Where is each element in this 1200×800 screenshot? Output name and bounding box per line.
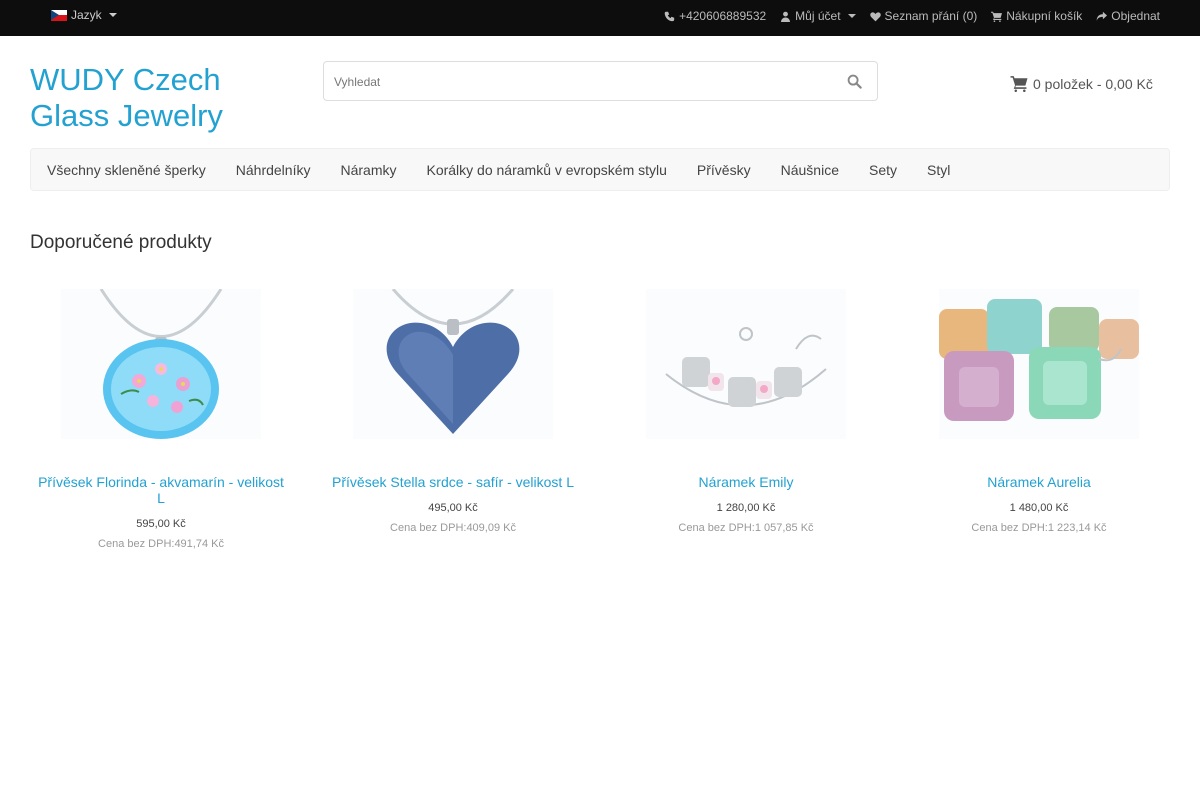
search-input[interactable] bbox=[334, 72, 814, 92]
nav-item-european-beads[interactable]: Korálky do náramků v evropském stylu bbox=[411, 162, 681, 178]
product-price: 1 480,00 Kč bbox=[1009, 502, 1069, 514]
caret-down-icon bbox=[108, 13, 117, 17]
product-name[interactable]: Náramek Emily bbox=[611, 474, 881, 490]
site-logo[interactable]: WUDY Czech Glass Jewelry bbox=[30, 62, 270, 134]
cart-link-label: Nákupní košík bbox=[1006, 9, 1083, 23]
wishlist-link[interactable]: Seznam přání (0) bbox=[869, 9, 978, 23]
account-label: Můj účet bbox=[795, 9, 841, 23]
search-icon bbox=[847, 74, 862, 89]
cart-link[interactable]: Nákupní košík bbox=[991, 9, 1082, 23]
product-card: Náramek Aurelia 1 480,00 Kč Cena bez DPH… bbox=[904, 289, 1174, 534]
czech-flag-icon bbox=[51, 9, 67, 21]
wishlist-label: Seznam přání (0) bbox=[884, 9, 978, 23]
nav-item-style[interactable]: Styl bbox=[912, 162, 965, 178]
phone-icon bbox=[664, 11, 675, 21]
nav-item-necklaces[interactable]: Náhrdelníky bbox=[221, 162, 326, 178]
heart-icon bbox=[869, 11, 881, 21]
product-name[interactable]: Náramek Aurelia bbox=[904, 474, 1174, 490]
product-price: 595,00 Kč bbox=[136, 518, 186, 530]
cart-summary-button[interactable]: 0 položek - 0,00 Kč bbox=[1009, 75, 1153, 92]
language-label: Jazyk bbox=[71, 8, 102, 22]
product-price-excl-vat: Cena bez DPH:1 057,85 Kč bbox=[678, 522, 814, 534]
language-dropdown[interactable]: Jazyk bbox=[51, 8, 117, 22]
product-name[interactable]: Přívěsek Stella srdce - safír - velikost… bbox=[318, 474, 588, 490]
product-card: Přívěsek Stella srdce - safír - velikost… bbox=[318, 289, 588, 534]
section-title: Doporučené produkty bbox=[30, 232, 212, 253]
checkout-link[interactable]: Objednat bbox=[1096, 9, 1160, 23]
product-price-excl-vat: Cena bez DPH:491,74 Kč bbox=[98, 538, 224, 550]
share-icon bbox=[1096, 11, 1108, 21]
product-card: Přívěsek Florinda - akvamarín - velikost… bbox=[26, 289, 296, 550]
user-icon bbox=[781, 11, 791, 22]
search-button[interactable] bbox=[847, 74, 863, 90]
caret-down-icon bbox=[847, 14, 856, 18]
product-image[interactable] bbox=[646, 289, 846, 439]
main-nav: Všechny skleněné šperky Náhrdelníky Nára… bbox=[30, 148, 1170, 191]
phone-link[interactable]: +420606889532 bbox=[664, 9, 766, 23]
product-image[interactable] bbox=[939, 289, 1139, 439]
product-price-excl-vat: Cena bez DPH:409,09 Kč bbox=[390, 522, 516, 534]
account-dropdown[interactable]: Můj účet bbox=[780, 9, 856, 23]
product-image[interactable] bbox=[353, 289, 553, 439]
top-links: +420606889532 Můj účet Seznam přání (0) … bbox=[664, 9, 1160, 23]
product-name[interactable]: Přívěsek Florinda - akvamarín - velikost… bbox=[26, 474, 296, 506]
nav-item-bracelets[interactable]: Náramky bbox=[325, 162, 411, 178]
search-box bbox=[323, 61, 878, 101]
checkout-label: Objednat bbox=[1111, 9, 1160, 23]
product-price-excl-vat: Cena bez DPH:1 223,14 Kč bbox=[971, 522, 1107, 534]
nav-item-pendants[interactable]: Přívěsky bbox=[682, 162, 766, 178]
nav-item-all-jewelry[interactable]: Všechny skleněné šperky bbox=[32, 162, 221, 178]
shopping-cart-icon bbox=[1010, 76, 1028, 92]
product-card: Náramek Emily 1 280,00 Kč Cena bez DPH:1… bbox=[611, 289, 881, 534]
phone-number: +420606889532 bbox=[679, 9, 767, 23]
shopping-cart-icon bbox=[991, 11, 1003, 22]
nav-item-sets[interactable]: Sety bbox=[854, 162, 912, 178]
product-price: 1 280,00 Kč bbox=[716, 502, 776, 514]
cart-summary-text: 0 položek - 0,00 Kč bbox=[1033, 75, 1153, 92]
product-price: 495,00 Kč bbox=[428, 502, 478, 514]
product-image[interactable] bbox=[61, 289, 261, 439]
top-bar: Jazyk +420606889532 Můj účet Seznam přán… bbox=[0, 0, 1200, 36]
nav-item-earrings[interactable]: Náušnice bbox=[766, 162, 854, 178]
